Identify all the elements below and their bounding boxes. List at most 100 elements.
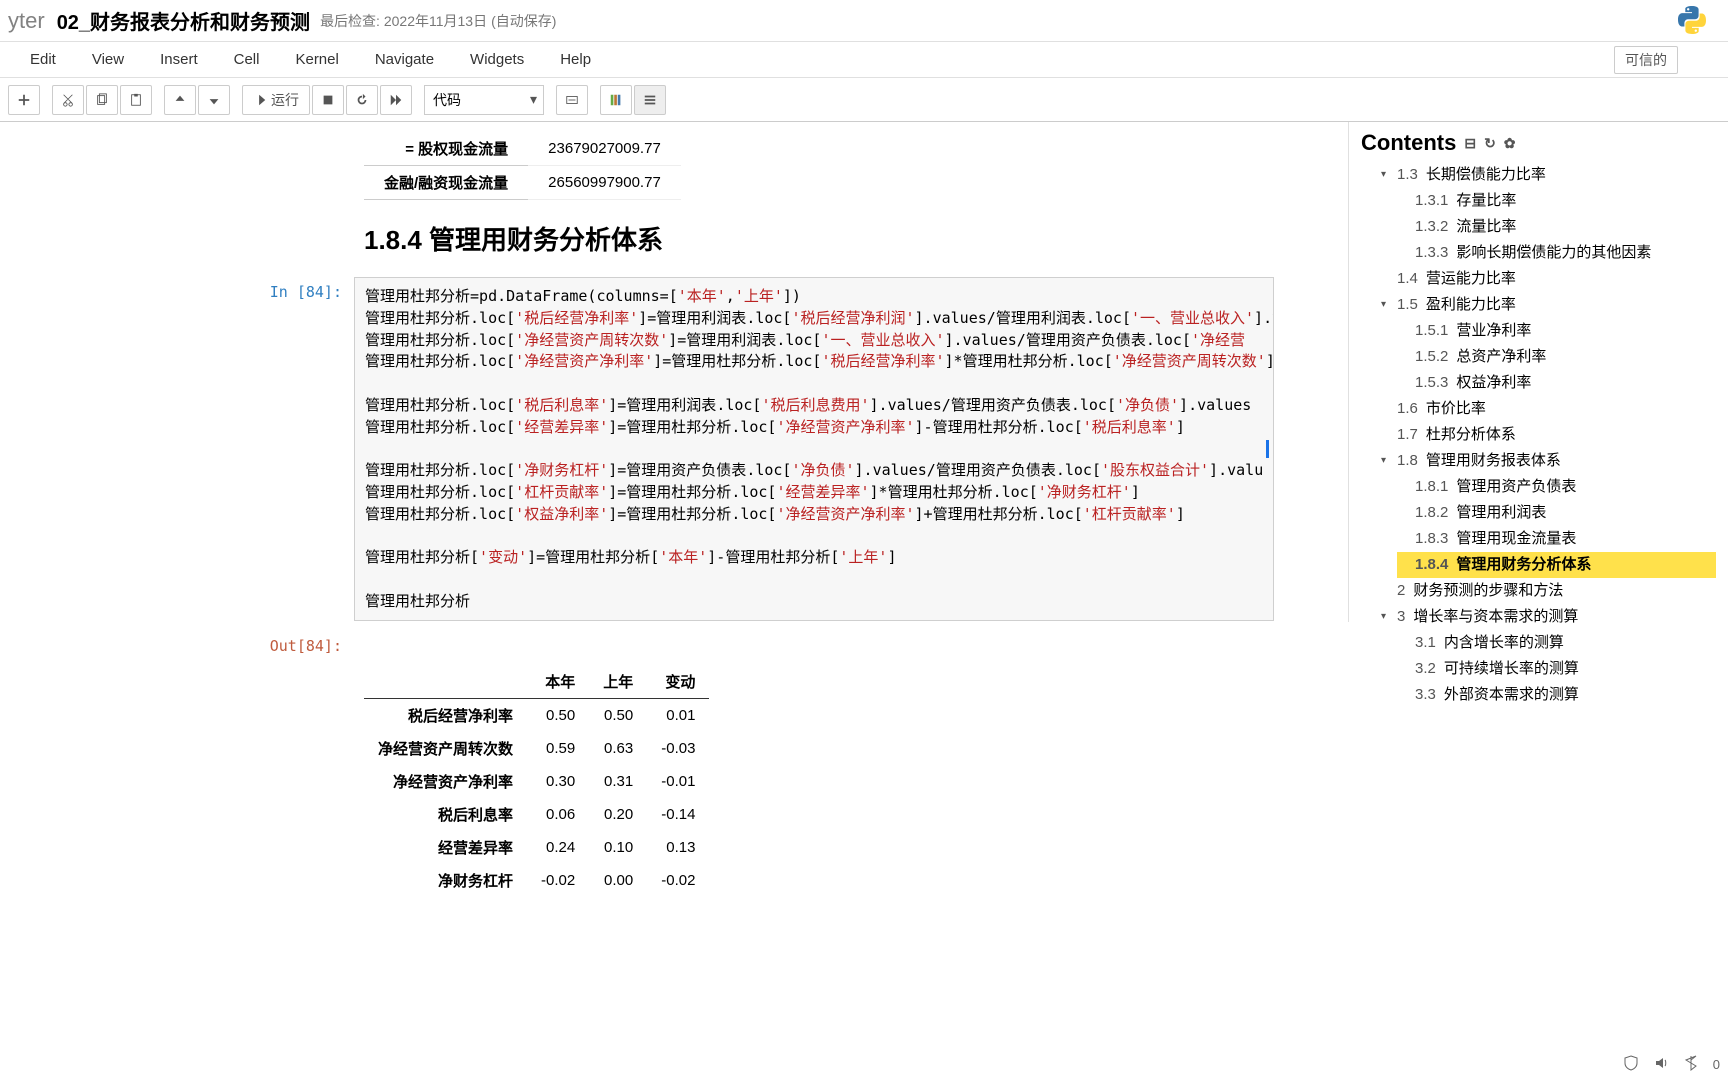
toc-item[interactable]: 1.8.2管理用利润表 xyxy=(1397,500,1716,526)
toc-title: Contents xyxy=(1361,130,1456,156)
toc-number: 1.3 xyxy=(1397,163,1418,187)
toc-item[interactable]: 1.8.1管理用资产负债表 xyxy=(1397,474,1716,500)
toc-item[interactable]: 1.5.2总资产净利率 xyxy=(1397,344,1716,370)
menu-insert[interactable]: Insert xyxy=(142,45,216,74)
toc-item[interactable]: 1.5.1 营业净利率 xyxy=(1397,318,1716,344)
toc-number: 1.3.1 xyxy=(1415,189,1448,213)
menu-widgets[interactable]: Widgets xyxy=(452,45,542,74)
variable-inspector-button[interactable] xyxy=(600,85,632,115)
row-label: 经营差异率 xyxy=(364,831,527,864)
table-cell: 0.30 xyxy=(527,765,589,798)
toc-label: 管理用现金流量表 xyxy=(1456,527,1576,551)
chevron-icon: ▾ xyxy=(1381,453,1393,469)
menu-cell[interactable]: Cell xyxy=(216,45,278,74)
toc-item[interactable]: 3.1内含增长率的测算 xyxy=(1397,630,1716,656)
col-header: 上年 xyxy=(589,665,647,699)
trusted-indicator[interactable]: 可信的 xyxy=(1614,46,1678,74)
toc-item[interactable]: 2财务预测的步骤和方法 xyxy=(1379,578,1716,604)
toc-panel: Contents ⊟ ↻ ✿ ▾1.3长期偿债能力比率1.3.1存量比率1.3.… xyxy=(1348,122,1728,622)
last-checkpoint: 最后检查: 2022年11月13日 xyxy=(320,11,487,31)
toc-item[interactable]: 1.8.4管理用财务分析体系 xyxy=(1397,552,1716,578)
toc-label: 可持续增长率的测算 xyxy=(1444,657,1579,681)
toc-item[interactable]: ▾1.5盈利能力比率 xyxy=(1379,292,1716,318)
move-up-button[interactable] xyxy=(164,85,196,115)
add-cell-button[interactable] xyxy=(8,85,40,115)
row-label: 税后利息率 xyxy=(364,798,527,831)
table-cell: -0.03 xyxy=(647,732,709,765)
interrupt-button[interactable] xyxy=(312,85,344,115)
code-cell[interactable]: In [84]: 管理用杜邦分析=pd.DataFrame(columns=['… xyxy=(184,277,1544,621)
chevron-icon: ▾ xyxy=(1381,167,1393,183)
row-label: 税后经营净利率 xyxy=(364,699,527,733)
toc-label: 外部资本需求的测算 xyxy=(1444,683,1579,707)
toc-settings-icon[interactable]: ✿ xyxy=(1504,135,1516,152)
toc-number: 3 xyxy=(1397,605,1405,629)
sound-icon[interactable] xyxy=(1653,1055,1669,1074)
menu-navigate[interactable]: Navigate xyxy=(357,45,452,74)
toc-label: 内含增长率的测算 xyxy=(1444,631,1564,655)
toc-number: 1.5 xyxy=(1397,293,1418,317)
paste-button[interactable] xyxy=(120,85,152,115)
security-icon[interactable] xyxy=(1623,1055,1639,1074)
table-row: 税后经营净利率0.500.500.01 xyxy=(364,699,709,733)
menubar: Edit View Insert Cell Kernel Navigate Wi… xyxy=(0,42,1728,78)
cut-button[interactable] xyxy=(52,85,84,115)
menu-edit[interactable]: Edit xyxy=(12,45,74,74)
toc-item[interactable]: 1.4营运能力比率 xyxy=(1379,266,1716,292)
toc-item[interactable]: 3.3外部资本需求的测算 xyxy=(1397,682,1716,708)
col-header: 本年 xyxy=(527,665,589,699)
restart-run-all-button[interactable] xyxy=(380,85,412,115)
toc-item[interactable]: 1.6市价比率 xyxy=(1379,396,1716,422)
toc-number: 1.8.1 xyxy=(1415,475,1448,499)
toc-label: 影响长期偿债能力的其他因素 xyxy=(1456,241,1651,265)
edit-cursor-indicator xyxy=(1266,440,1269,458)
toc-item[interactable]: 1.5.3权益净利率 xyxy=(1397,370,1716,396)
table-cell: -0.14 xyxy=(647,798,709,831)
menu-kernel[interactable]: Kernel xyxy=(277,45,356,74)
toc-item[interactable]: 1.8.3 管理用现金流量表 xyxy=(1397,526,1716,552)
toc-number: 1.8.3 xyxy=(1415,527,1448,551)
out-prompt: Out[84]: xyxy=(184,631,354,655)
code-editor[interactable]: 管理用杜邦分析=pd.DataFrame(columns=['本年','上年']… xyxy=(354,277,1274,621)
cell-type-select[interactable]: 代码 xyxy=(424,85,544,115)
table-row-label: 金融/融资现金流量 xyxy=(364,166,528,200)
toc-item[interactable]: 1.7杜邦分析体系 xyxy=(1379,422,1716,448)
toc-number: 2 xyxy=(1397,579,1405,603)
toc-item[interactable]: 1.3.3影响长期偿债能力的其他因素 xyxy=(1397,240,1716,266)
table-cell: 0.63 xyxy=(589,732,647,765)
toc-label: 流量比率 xyxy=(1456,215,1516,239)
table-cell: 26560997900.77 xyxy=(528,166,681,200)
command-palette-button[interactable] xyxy=(556,85,588,115)
toc-item[interactable]: 1.3.1存量比率 xyxy=(1397,188,1716,214)
menu-view[interactable]: View xyxy=(74,45,142,74)
run-button-label: 运行 xyxy=(271,90,299,110)
toc-refresh-icon[interactable]: ↻ xyxy=(1484,135,1496,152)
toc-label: 营业净利率 xyxy=(1456,319,1531,343)
toc-item[interactable]: ▾1.3长期偿债能力比率 xyxy=(1379,162,1716,188)
copy-button[interactable] xyxy=(86,85,118,115)
move-down-button[interactable] xyxy=(198,85,230,115)
toc-item[interactable]: ▾3增长率与资本需求的测算 xyxy=(1379,604,1716,630)
table-cell: -0.02 xyxy=(527,864,589,897)
toc-collapse-icon[interactable]: ⊟ xyxy=(1464,135,1476,152)
toc-number: 1.7 xyxy=(1397,423,1418,447)
toc-number: 1.8.4 xyxy=(1415,553,1448,577)
bluetooth-icon[interactable] xyxy=(1683,1055,1699,1074)
toc-item[interactable]: 3.2可持续增长率的测算 xyxy=(1397,656,1716,682)
toc-label: 管理用财务报表体系 xyxy=(1426,449,1561,473)
notebook-title[interactable]: 02_财务报表分析和财务预测 xyxy=(57,6,310,35)
row-label: 净经营资产周转次数 xyxy=(364,732,527,765)
toc-item[interactable]: 1.3.2流量比率 xyxy=(1397,214,1716,240)
toc-item[interactable]: ▾1.8 管理用财务报表体系 xyxy=(1379,448,1716,474)
menu-help[interactable]: Help xyxy=(542,45,609,74)
run-button[interactable]: 运行 xyxy=(242,85,310,115)
toc-tree: ▾1.3长期偿债能力比率1.3.1存量比率1.3.2流量比率1.3.3影响长期偿… xyxy=(1361,162,1716,708)
toc-label: 增长率与资本需求的测算 xyxy=(1413,605,1578,629)
table-cell: 0.10 xyxy=(589,831,647,864)
toc-number: 1.5.1 xyxy=(1415,319,1448,343)
toc-number: 1.8 xyxy=(1397,449,1418,473)
table-row: 经营差异率0.240.100.13 xyxy=(364,831,709,864)
chevron-icon: ▾ xyxy=(1381,297,1393,313)
toc-toggle-button[interactable] xyxy=(634,85,666,115)
restart-button[interactable] xyxy=(346,85,378,115)
